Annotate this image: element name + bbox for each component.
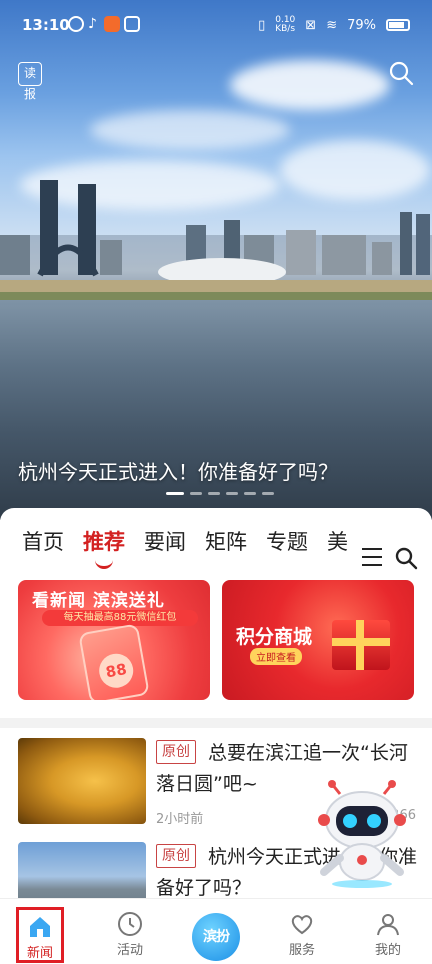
battery-icon [386,19,410,31]
news-time: 2小时前 [156,812,204,827]
nav-activity[interactable]: 活动 [100,911,160,958]
carousel-dot [244,492,256,495]
tab-home[interactable]: 首页 [22,526,64,556]
nav-news[interactable]: 新闻 [16,907,64,963]
carousel-dot [226,492,238,495]
carousel-dot [262,492,274,495]
app-notification-icon [68,16,84,32]
gift-box-illustration [332,620,390,670]
hero-title[interactable]: 杭州今天正式进入！你准备好了吗？ [18,456,338,485]
search-icon[interactable] [394,546,418,570]
search-icon[interactable] [388,60,414,86]
vibrate-icon: ▯ [258,17,266,33]
red-packet-banner[interactable]: 看新闻 滨滨送礼 每天抽最高88元微信红包 88 [18,580,210,700]
net-speed: 0.10 KB/s [275,15,296,34]
menu-icon[interactable] [362,548,382,568]
content-panel: 首页 推荐 要闻 矩阵 专题 美 看新闻 滨滨送礼 每天抽最高88元微信红包 8… [0,508,432,964]
carousel-dot [166,492,184,495]
robot-assistant-icon[interactable] [310,780,414,890]
read-newspaper-button[interactable]: 读报 [18,62,42,101]
wifi-icon: ≋ [326,17,338,33]
cloud-decoration [230,60,390,110]
tab-special[interactable]: 专题 [266,526,308,556]
app-notification-icon [124,16,140,32]
clock-icon [118,912,142,936]
news-thumbnail [18,738,146,824]
battery-percent: 79% [347,17,376,33]
points-mall-banner[interactable]: 积分商城 立即查看 [222,580,414,700]
status-bar: 13:10 ♪ ▯ 0.10 KB/s ⊠ ≋ 79% [0,0,432,48]
tab-recommend[interactable]: 推荐 [83,526,125,569]
sim-icon: ⊠ [305,17,317,33]
center-logo-button[interactable]: 滨扮 [192,913,240,961]
nav-label: 服务 [288,943,315,958]
nav-service[interactable]: 服务 [272,911,332,958]
nav-mine[interactable]: 我的 [358,911,418,958]
nav-label: 活动 [116,943,143,958]
tab-matrix[interactable]: 矩阵 [205,526,247,556]
user-icon [377,914,399,936]
view-now-button[interactable]: 立即查看 [250,648,302,665]
red-packet-amount: 88 [96,651,136,691]
bottom-nav: 新闻 活动 滨扮 服务 我的 [0,898,432,964]
carousel-dot [190,492,202,495]
tab-beauty[interactable]: 美 [327,526,348,556]
original-tag: 原创 [156,740,196,764]
section-divider [0,718,432,728]
city-skyline [0,180,432,305]
carousel-indicator [166,492,274,495]
heart-icon [291,915,313,935]
hero-banner[interactable]: 13:10 ♪ ▯ 0.10 KB/s ⊠ ≋ 79% 读报 杭州今天正式进入！… [0,0,432,520]
banner-subtitle: 每天抽最高88元微信红包 [42,610,198,626]
home-icon [30,917,50,937]
original-tag: 原创 [156,844,196,868]
nav-label: 我的 [374,943,401,958]
phone-illustration: 88 [78,623,150,700]
banner-title: 积分商城 [236,626,313,648]
nav-label: 新闻 [26,946,53,961]
category-tabs: 首页 推荐 要闻 矩阵 专题 美 [0,526,432,570]
river-reflection [0,300,432,520]
status-time: 13:10 [22,16,70,34]
banner-title: 看新闻 滨滨送礼 [32,591,165,611]
tab-headlines[interactable]: 要闻 [144,526,186,556]
app-notification-icon [104,16,120,32]
carousel-dot [208,492,220,495]
tiktok-icon: ♪ [88,16,97,32]
cloud-decoration [90,110,290,150]
